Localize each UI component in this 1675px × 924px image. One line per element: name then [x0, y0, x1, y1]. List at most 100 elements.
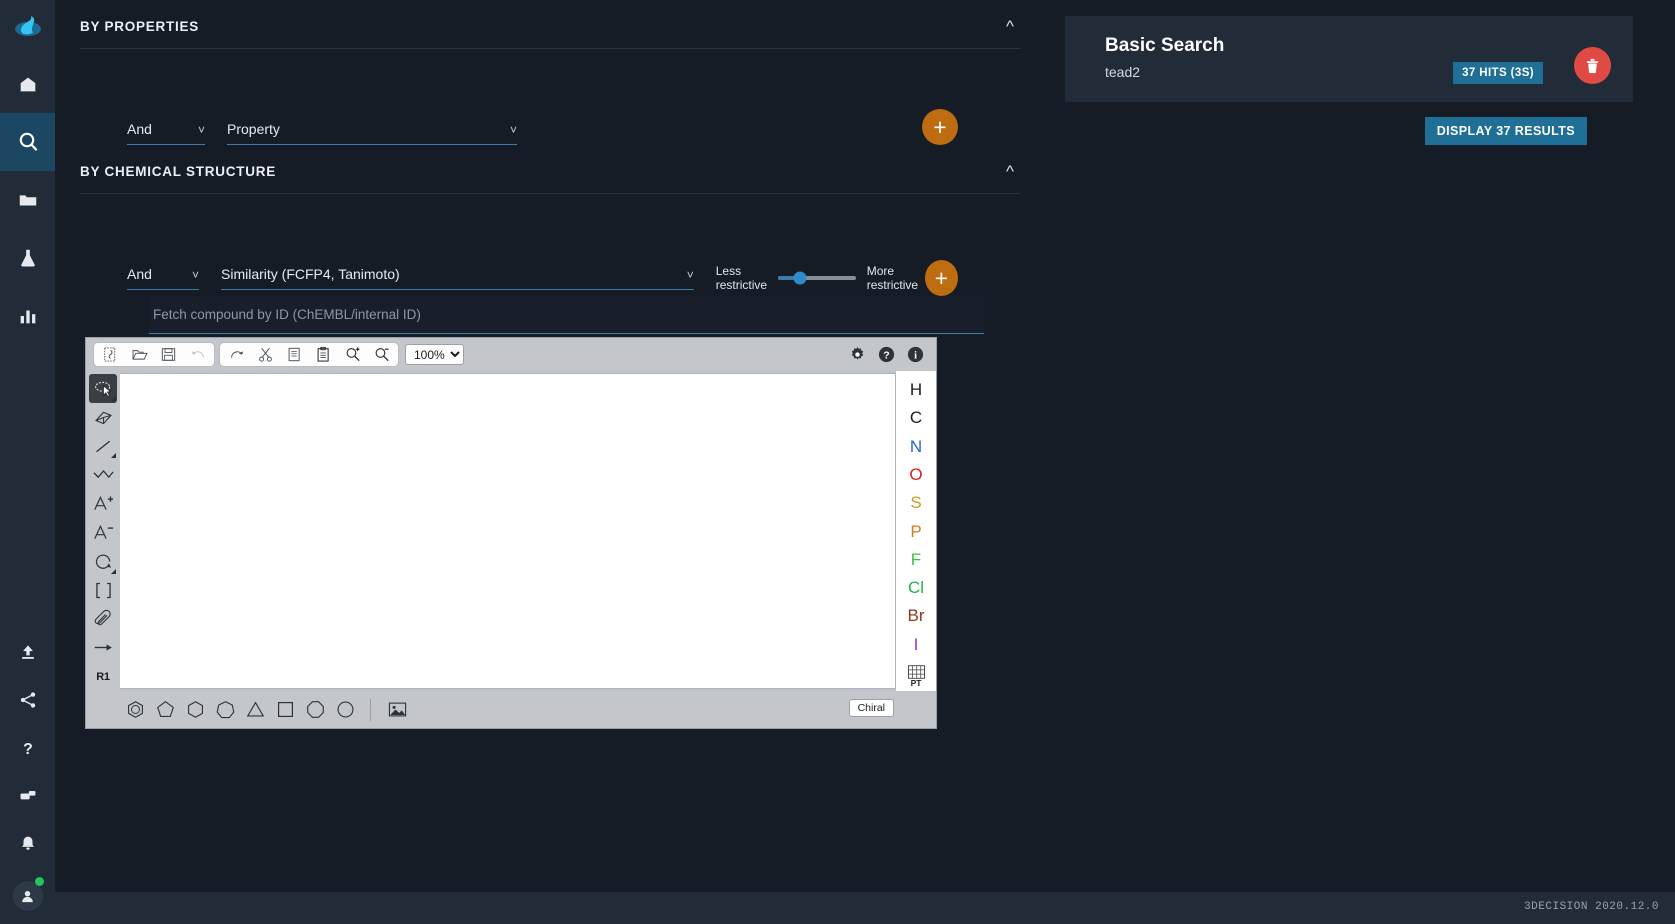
element-button-Cl[interactable]: Cl	[899, 574, 933, 602]
clipboard-paste-icon	[317, 346, 329, 362]
cyclohexane-ring-button[interactable]	[184, 699, 206, 721]
reaction-arrow-tool[interactable]	[89, 633, 117, 662]
brackets-tool[interactable]	[89, 576, 117, 605]
svg-text:?: ?	[23, 741, 33, 758]
redo-button[interactable]	[222, 343, 251, 366]
element-button-H[interactable]: H	[899, 376, 933, 404]
cut-button[interactable]	[251, 343, 280, 366]
large-ring-button[interactable]	[334, 699, 356, 721]
periodic-table-button[interactable]: PT	[899, 661, 933, 691]
property-select[interactable]: Property ˅	[227, 120, 517, 145]
rotate-tool[interactable]	[89, 547, 117, 576]
decrease-charge-tool[interactable]	[89, 518, 117, 547]
cyclopentane-ring-button[interactable]	[154, 699, 176, 721]
properties-logic-select[interactable]: And ˅	[127, 120, 205, 145]
increase-charge-tool[interactable]	[89, 489, 117, 518]
slider-thumb[interactable]	[793, 271, 807, 285]
svg-text:i: i	[914, 350, 917, 361]
tool-submenu-indicator	[111, 568, 116, 574]
grid-icon	[907, 665, 925, 679]
element-button-S[interactable]: S	[899, 489, 933, 517]
home-icon	[20, 77, 35, 92]
cyclooctane-ring-button[interactable]	[304, 699, 326, 721]
paperclip-icon	[94, 610, 111, 626]
editor-body: R1 H C N O S P F Cl Br I PT	[86, 371, 936, 691]
sidebar-item-experiments[interactable]	[0, 229, 55, 287]
chevron-down-icon: ˅	[192, 268, 200, 282]
cyclobutane-ring-button[interactable]	[274, 699, 296, 721]
brackets-icon	[95, 582, 111, 598]
footer-divider	[370, 698, 371, 721]
select-lasso-tool[interactable]	[89, 374, 117, 403]
element-button-I[interactable]: I	[899, 631, 933, 659]
periodic-table-label: PT	[910, 677, 922, 688]
zoom-in-button[interactable]	[338, 343, 367, 366]
element-button-C[interactable]: C	[899, 404, 933, 432]
similarity-slider[interactable]	[777, 271, 856, 285]
delete-search-button[interactable]	[1574, 47, 1611, 84]
sidebar-item-search[interactable]	[0, 113, 55, 171]
cycloheptane-ring-button[interactable]	[214, 699, 236, 721]
properties-criteria-row: And ˅ Property ˅ +	[55, 49, 1040, 145]
hexagon-ring-icon	[187, 701, 203, 718]
editor-toolbar: 100% ? i	[86, 338, 936, 371]
add-property-button[interactable]: +	[922, 109, 958, 145]
zoom-out-button[interactable]	[367, 343, 396, 366]
element-button-F[interactable]: F	[899, 546, 933, 574]
eraser-tool[interactable]	[89, 403, 117, 432]
fetch-compound-input[interactable]: Fetch compound by ID (ChEMBL/internal ID…	[149, 296, 984, 334]
insert-image-button[interactable]	[385, 699, 409, 721]
hexagon-aromatic-icon	[127, 701, 143, 718]
benzene-ring-button[interactable]	[124, 699, 146, 721]
triangle-ring-icon	[246, 701, 264, 717]
settings-button[interactable]	[846, 344, 868, 366]
scissors-icon	[259, 348, 272, 362]
toolbar-right-group: ? i	[846, 338, 926, 371]
element-button-N[interactable]: N	[899, 433, 933, 461]
sidebar-item-account[interactable]	[0, 868, 55, 924]
chat-icon	[20, 791, 35, 800]
chiral-toggle[interactable]: Chiral	[848, 699, 894, 717]
similarity-method-select[interactable]: Similarity (FCFP4, Tanimoto) ˅	[221, 265, 694, 290]
redo-arrow-icon	[230, 351, 243, 358]
structure-logic-select[interactable]: And ˅	[127, 265, 200, 290]
new-file-button[interactable]	[96, 343, 125, 366]
slider-label-less: Less restrictive	[716, 264, 768, 292]
element-button-Br[interactable]: Br	[899, 602, 933, 630]
sidebar-item-help[interactable]: ?	[0, 724, 55, 772]
editor-help-button[interactable]: ?	[875, 344, 897, 366]
sidebar-item-projects[interactable]	[0, 171, 55, 229]
display-results-button[interactable]: DISPLAY 37 RESULTS	[1424, 117, 1587, 145]
element-button-O[interactable]: O	[899, 461, 933, 489]
editor-about-button[interactable]: i	[904, 344, 926, 366]
attachment-tool[interactable]	[89, 605, 117, 634]
r-group-tool[interactable]: R1	[89, 662, 117, 691]
cyclopropane-ring-button[interactable]	[244, 699, 266, 721]
single-bond-tool[interactable]	[89, 432, 117, 461]
element-button-P[interactable]: P	[899, 517, 933, 545]
paste-button[interactable]	[309, 343, 338, 366]
sidebar-item-share[interactable]	[0, 676, 55, 724]
question-mark-icon: ?	[23, 741, 33, 758]
hits-badge[interactable]: 37 HITS (3S)	[1453, 62, 1543, 84]
app-logo[interactable]	[0, 0, 55, 55]
open-file-button[interactable]	[125, 343, 154, 366]
sidebar-item-notifications[interactable]	[0, 820, 55, 868]
copy-button[interactable]	[280, 343, 309, 366]
sidebar-item-feedback[interactable]	[0, 772, 55, 820]
section-title-structure: BY CHEMICAL STRUCTURE	[80, 164, 277, 179]
bar-chart-icon	[20, 310, 35, 324]
save-file-button[interactable]	[154, 343, 183, 366]
sidebar-item-analytics[interactable]	[0, 287, 55, 345]
sidebar-item-upload[interactable]	[0, 628, 55, 676]
undo-button[interactable]	[183, 343, 212, 366]
zoom-level-select[interactable]: 100%	[405, 344, 464, 365]
footer-bar: 3DECISION 2020.12.0	[55, 892, 1675, 924]
chain-tool[interactable]	[89, 460, 117, 489]
add-structure-button[interactable]: +	[924, 260, 958, 296]
flask-icon	[20, 249, 35, 267]
molecule-drawing-canvas[interactable]	[120, 373, 896, 689]
sidebar-item-home[interactable]	[0, 55, 55, 113]
chevron-up-icon-structure[interactable]: ^	[1000, 163, 1020, 180]
chevron-up-icon-properties[interactable]: ^	[1000, 18, 1020, 35]
